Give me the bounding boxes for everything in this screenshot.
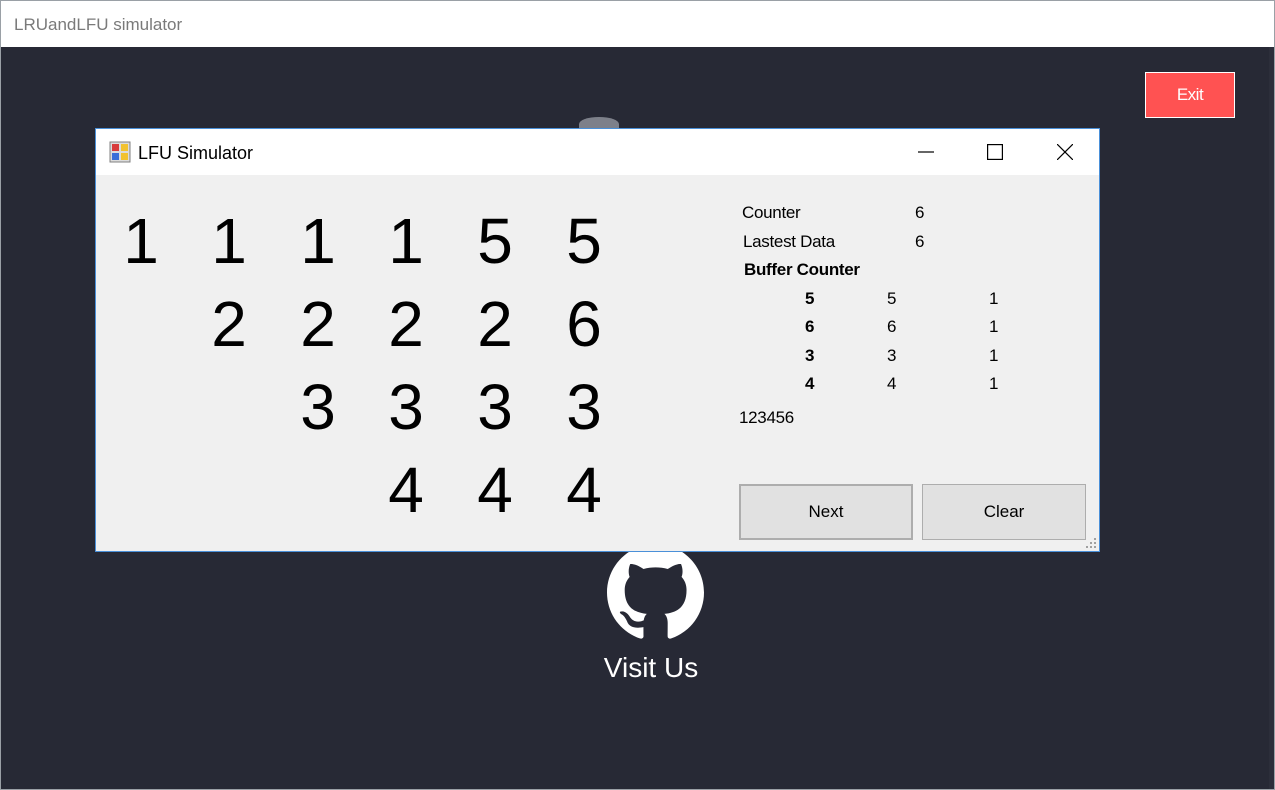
next-button[interactable]: Next <box>739 484 913 540</box>
exit-button[interactable]: Exit <box>1145 72 1235 118</box>
buffer-row-count: 1 <box>989 289 999 308</box>
maximize-icon <box>987 144 1003 160</box>
maximize-button[interactable] <box>960 129 1030 175</box>
minimize-button[interactable] <box>891 129 961 175</box>
buffer-row-count: 1 <box>989 374 999 393</box>
close-button[interactable] <box>1030 129 1100 175</box>
latest-data-value: 6 <box>915 232 925 251</box>
buffer-cell: 3 <box>477 371 513 443</box>
buffer-row-value: 4 <box>887 374 897 393</box>
buffer-row-key: 3 <box>805 346 815 365</box>
visit-us-link[interactable]: Visit Us <box>561 652 741 684</box>
buffer-row-value: 3 <box>887 346 897 365</box>
buffer-cell: 6 <box>566 288 602 360</box>
buffer-cell: 1 <box>211 205 247 277</box>
github-icon[interactable] <box>607 544 704 641</box>
app-icon <box>109 141 131 163</box>
buffer-row-key: 5 <box>805 289 815 308</box>
buffer-cell: 3 <box>388 371 424 443</box>
buffer-cell: 4 <box>566 454 602 526</box>
buffer-cell: 3 <box>300 371 336 443</box>
counter-value: 6 <box>915 203 925 222</box>
buffer-cell: 2 <box>388 288 424 360</box>
close-icon <box>1057 144 1073 160</box>
buffer-cell: 2 <box>477 288 513 360</box>
buffer-row-count: 1 <box>989 317 999 336</box>
scrollbar-strip <box>1269 47 1274 789</box>
latest-data-label: Lastest Data <box>743 232 835 251</box>
main-window-title: LRUandLFU simulator <box>14 15 183 34</box>
lfu-window-title: LFU Simulator <box>138 143 254 163</box>
minimize-icon <box>918 151 934 153</box>
buffer-row-count: 1 <box>989 346 999 365</box>
buffer-row-key: 6 <box>805 317 815 336</box>
buffer-counter-header: Buffer Counter <box>744 260 860 279</box>
clear-button[interactable]: Clear <box>922 484 1086 540</box>
lfu-titlebar: LFU Simulator <box>96 129 1099 175</box>
buffer-cell: 4 <box>477 454 513 526</box>
sequence-text: 123456 <box>739 408 794 427</box>
buffer-cell: 5 <box>566 205 602 277</box>
buffer-cell: 2 <box>300 288 336 360</box>
buffer-cell: 1 <box>300 205 336 277</box>
buffer-cell: 1 <box>123 205 159 277</box>
lfu-simulator-window: LFU Simulator 1 1 2 1 2 3 1 2 3 4 5 2 3 … <box>95 128 1100 552</box>
buffer-row-value: 5 <box>887 289 897 308</box>
main-titlebar: LRUandLFU simulator <box>1 1 1274 47</box>
buffer-cell: 4 <box>388 454 424 526</box>
buffer-cell: 2 <box>211 288 247 360</box>
buffer-row-key: 4 <box>805 374 815 393</box>
buffer-cell: 5 <box>477 205 513 277</box>
resize-grip-icon[interactable] <box>1085 537 1097 549</box>
counter-label: Counter <box>742 203 801 222</box>
buffer-cell: 3 <box>566 371 602 443</box>
buffer-cell: 1 <box>388 205 424 277</box>
buffer-row-value: 6 <box>887 317 897 336</box>
